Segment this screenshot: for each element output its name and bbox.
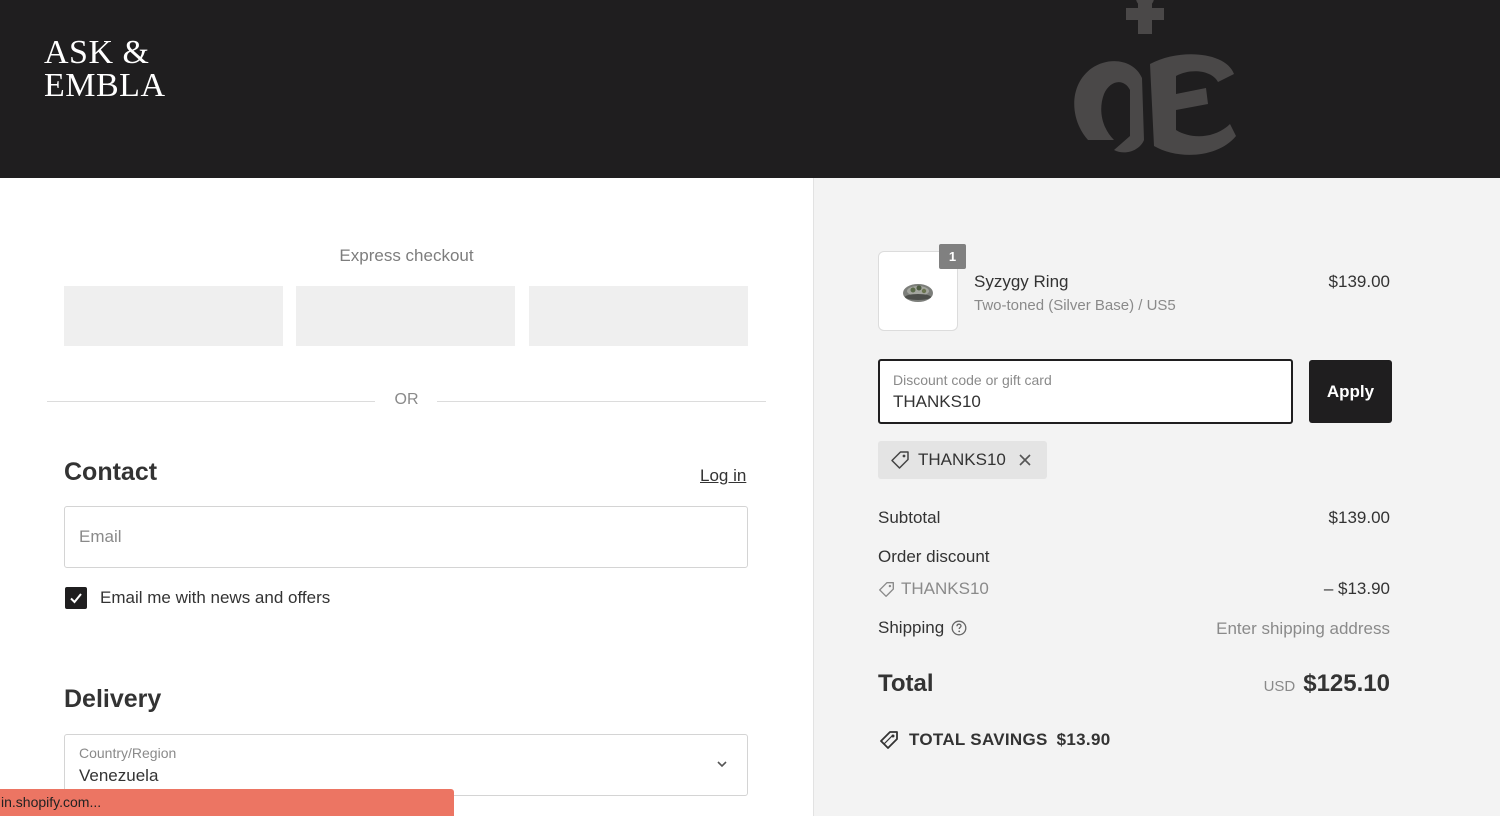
apply-button[interactable]: Apply xyxy=(1309,360,1392,423)
email-field[interactable] xyxy=(64,506,748,568)
checkmark-icon xyxy=(70,593,82,604)
close-icon[interactable] xyxy=(1018,453,1032,467)
savings-value: $13.90 xyxy=(1056,730,1111,749)
order-summary-panel: 1 Syzygy Ring Two-toned (Silver Base) / … xyxy=(813,178,1500,816)
monogram-watermark-icon xyxy=(1074,0,1236,155)
status-url: in.shopify.com... xyxy=(1,794,102,810)
login-link[interactable]: Log in xyxy=(700,466,746,486)
order-discount-value: – $13.90 xyxy=(1323,579,1390,598)
or-divider: OR xyxy=(47,390,766,412)
total-currency: USD xyxy=(1263,678,1296,695)
discount-code-field[interactable]: Discount code or gift card THANKS10 xyxy=(878,359,1293,424)
total-value: $125.10 xyxy=(1303,670,1390,697)
newsletter-checkbox[interactable] xyxy=(65,587,87,609)
subtotal-label: Subtotal xyxy=(878,508,941,527)
shipping-label: Shipping xyxy=(878,618,945,637)
shipping-value: Enter shipping address xyxy=(1216,619,1390,638)
total-label: Total xyxy=(878,670,934,697)
product-price: $139.00 xyxy=(1328,272,1390,291)
order-discount-label: Order discount xyxy=(878,547,990,566)
quantity-badge: 1 xyxy=(939,244,966,269)
site-header: ASK & EMBLA xyxy=(0,0,1500,178)
delivery-title: Delivery xyxy=(64,685,162,713)
tag-icon xyxy=(891,451,909,469)
country-value: Venezuela xyxy=(79,766,159,785)
product-variant: Two-toned (Silver Base) / US5 xyxy=(974,297,1176,314)
total-amount: USD $125.10 xyxy=(1264,670,1390,698)
logo-line-1: ASK & xyxy=(44,34,150,71)
browser-status-bar: in.shopify.com... xyxy=(0,789,454,816)
savings-tag-icon xyxy=(880,731,898,749)
country-select[interactable]: Country/Region Venezuela xyxy=(64,734,748,796)
newsletter-label: Email me with news and offers xyxy=(100,588,331,607)
country-label: Country/Region xyxy=(79,745,177,761)
tag-icon xyxy=(879,581,894,597)
brand-logo[interactable]: ASK & EMBLA xyxy=(44,34,166,104)
savings-label: TOTAL SAVINGS xyxy=(909,730,1048,749)
express-pay-button-3[interactable] xyxy=(529,286,748,346)
divider-line-right xyxy=(437,401,766,402)
express-pay-button-2[interactable] xyxy=(296,286,515,346)
order-discount-code: THANKS10 xyxy=(878,579,989,599)
applied-discount-tag: THANKS10 xyxy=(878,441,1047,479)
or-label: OR xyxy=(394,391,419,408)
chevron-down-icon xyxy=(717,761,727,768)
total-savings: TOTAL SAVINGS $13.90 xyxy=(878,729,1110,751)
order-discount-code-text: THANKS10 xyxy=(901,579,989,598)
shipping-row: Shipping xyxy=(878,618,967,638)
logo-line-2: EMBLA xyxy=(44,67,166,104)
contact-title: Contact xyxy=(64,458,158,486)
newsletter-option[interactable]: Email me with news and offers xyxy=(65,587,330,609)
discount-field-value: THANKS10 xyxy=(893,392,981,411)
express-checkout-title: Express checkout xyxy=(339,246,474,265)
discount-field-label: Discount code or gift card xyxy=(893,372,1052,388)
subtotal-value: $139.00 xyxy=(1328,508,1390,527)
applied-discount-code: THANKS10 xyxy=(918,450,1006,469)
help-circle-icon[interactable] xyxy=(951,620,967,636)
express-pay-button-1[interactable] xyxy=(64,286,283,346)
checkout-form-panel: Express checkout OR Contact Log in Email… xyxy=(0,178,813,816)
product-name: Syzygy Ring xyxy=(974,272,1069,291)
